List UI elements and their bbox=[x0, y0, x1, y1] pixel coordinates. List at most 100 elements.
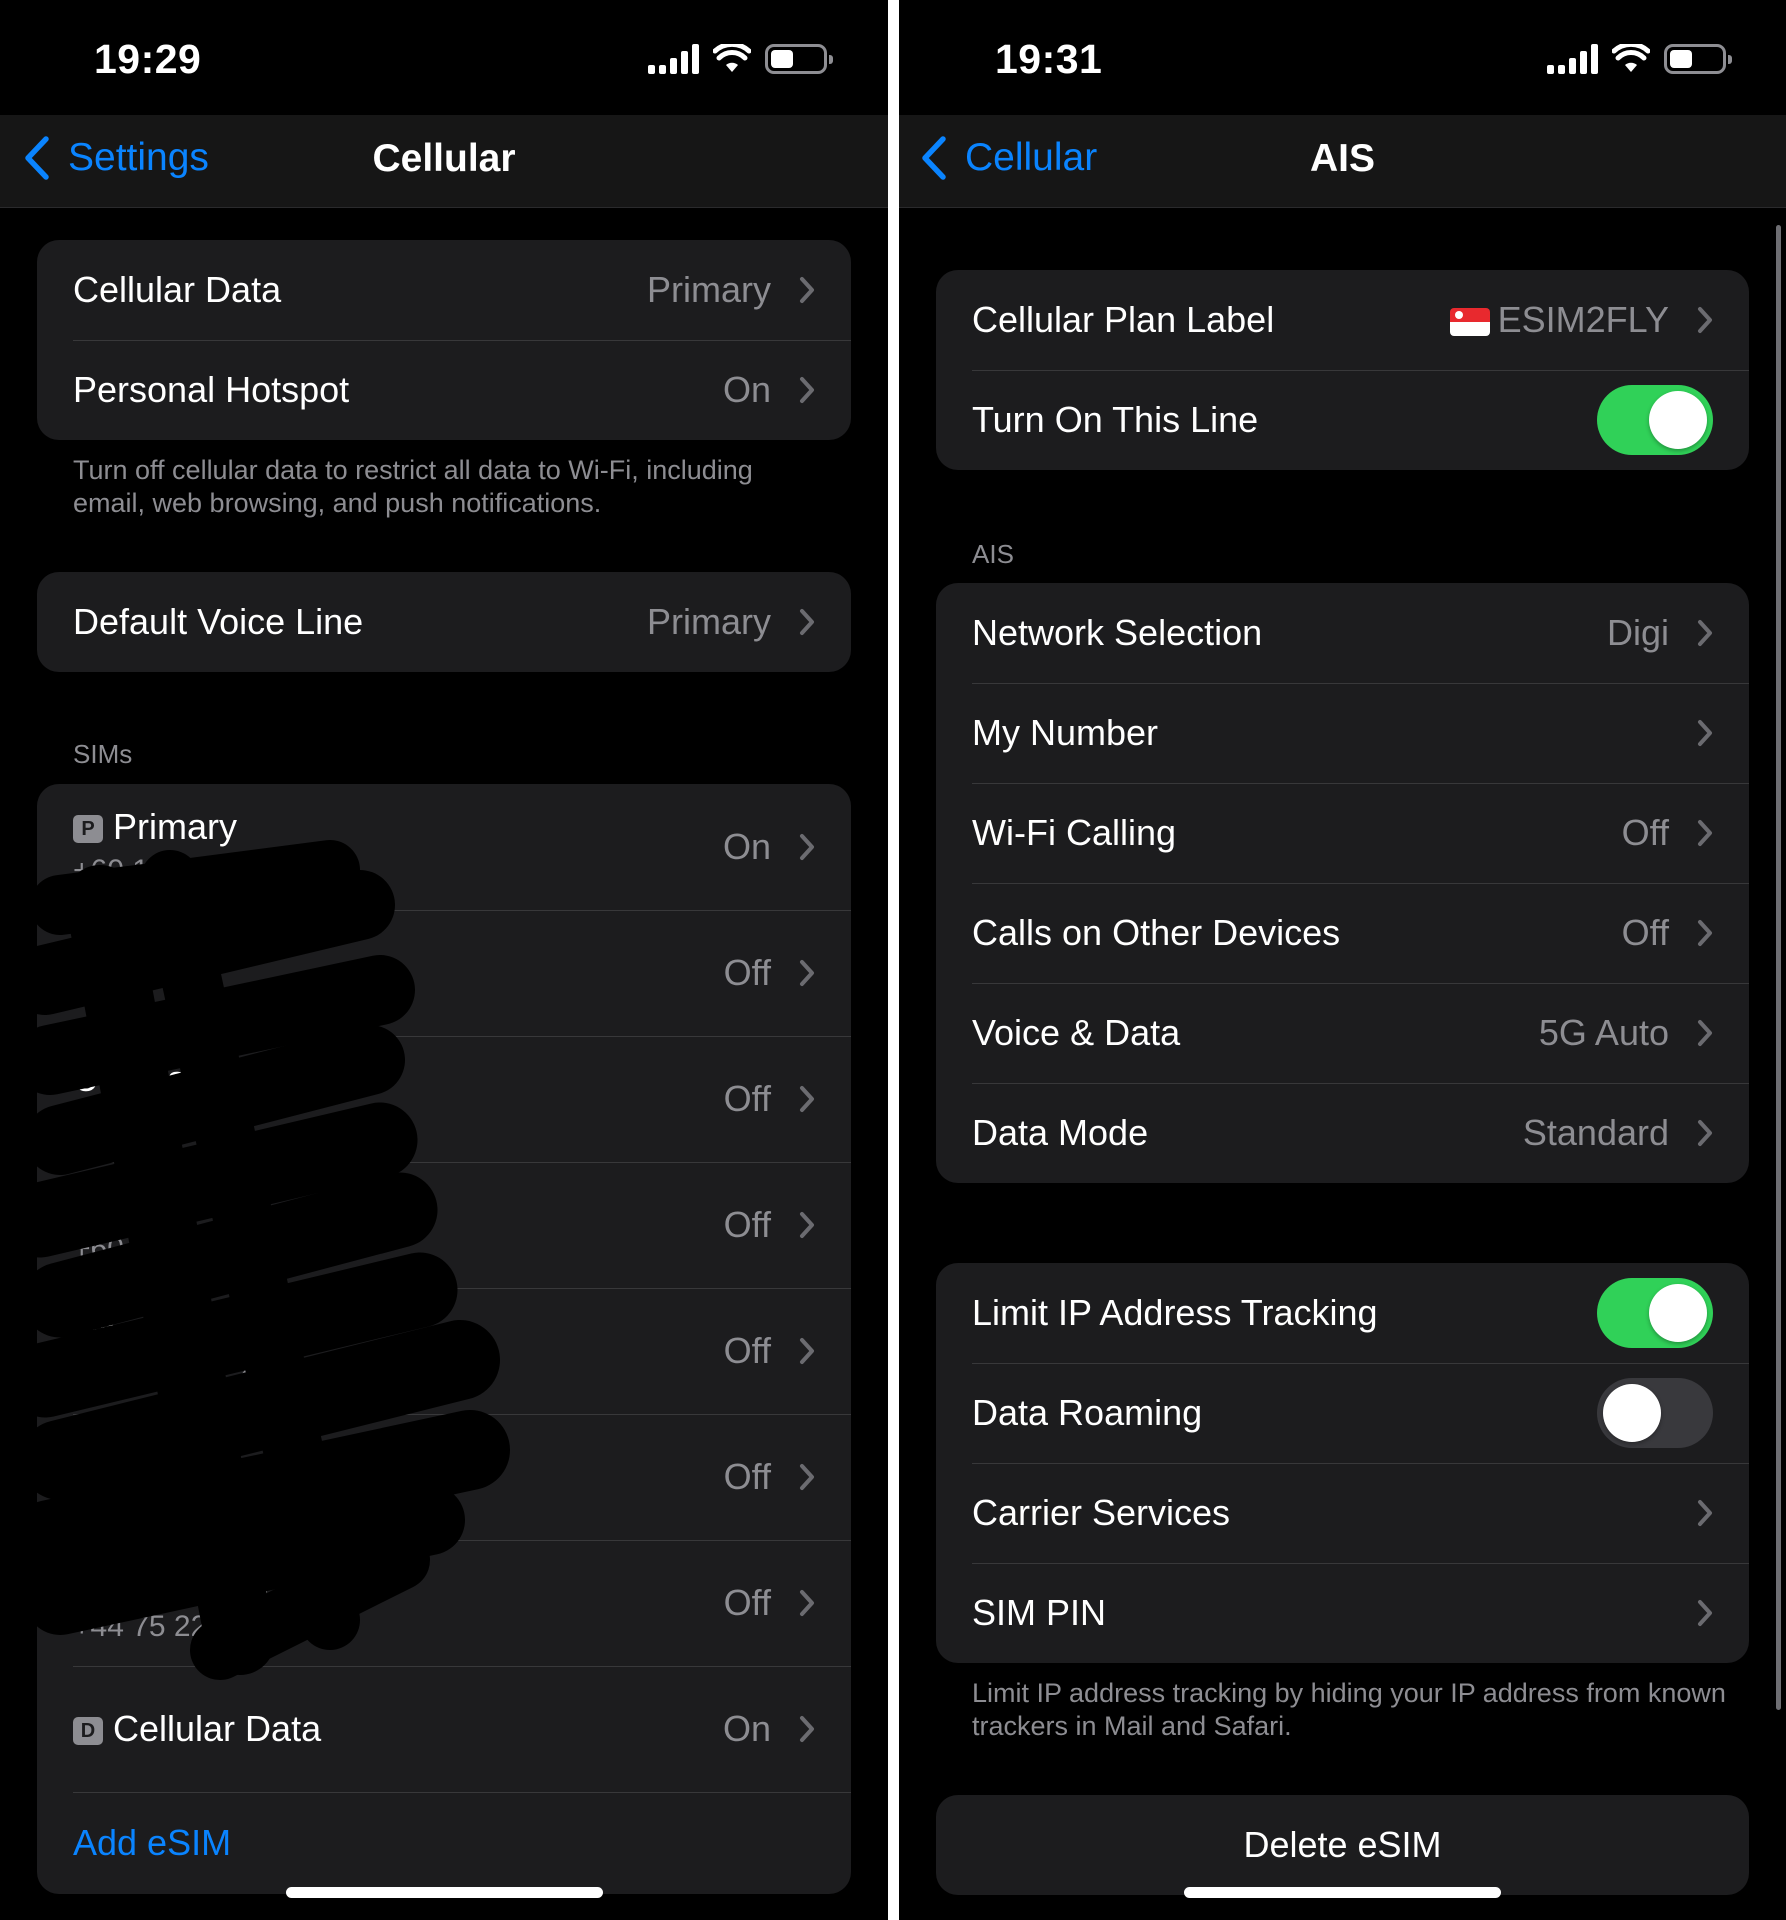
network-selection-row[interactable]: Network Selection Digi bbox=[936, 583, 1749, 683]
scrollbar[interactable] bbox=[1776, 225, 1781, 1710]
battery-icon bbox=[1664, 44, 1732, 74]
chevron-right-icon bbox=[800, 960, 814, 986]
turn-on-line-row: Turn On This Line bbox=[936, 370, 1749, 470]
sim-number: No N bbox=[73, 1484, 142, 1517]
sim-row[interactable]: Used as No N Off bbox=[37, 910, 851, 1036]
chevron-right-icon bbox=[1698, 920, 1712, 946]
wifi-calling-row[interactable]: Wi-Fi Calling Off bbox=[936, 783, 1749, 883]
privacy-roaming-group: Limit IP Address Tracking Data Roaming C… bbox=[936, 1263, 1749, 1663]
row-value: 5G Auto bbox=[1538, 1012, 1669, 1053]
voice-line-group: Default Voice Line Primary bbox=[37, 572, 851, 672]
cellular-settings-screen: 19:29 Settings Cellular Cellular Data Pr… bbox=[0, 0, 888, 1920]
sim-label: Cellular Data bbox=[113, 1708, 322, 1749]
sim-number: No N bbox=[73, 980, 142, 1013]
limit-ip-footer: Limit IP address tracking by hiding your… bbox=[972, 1678, 1726, 1741]
chevron-right-icon bbox=[1698, 1120, 1712, 1146]
sim-row[interactable]: Used as Num +44 75 227 1 Off bbox=[37, 1540, 851, 1666]
carrier-services-row[interactable]: Carrier Services bbox=[936, 1463, 1749, 1563]
chevron-right-icon bbox=[800, 834, 814, 860]
delete-esim-row[interactable]: Delete eSIM bbox=[936, 1795, 1749, 1895]
sim-label: Used as "Rakuten" bbox=[73, 1310, 375, 1351]
sim-info: P Primary +60 14 2003 4107 bbox=[73, 806, 316, 888]
chevron-right-icon bbox=[800, 1590, 814, 1616]
limit-ip-tracking-toggle[interactable] bbox=[1597, 1278, 1713, 1348]
sim-info: Used as Num +44 75 227 1 bbox=[73, 1562, 291, 1644]
data-roaming-toggle[interactable] bbox=[1597, 1378, 1713, 1448]
row-label: Cellular Plan Label bbox=[972, 299, 1275, 340]
row-value: Standard bbox=[1522, 1112, 1669, 1153]
default-voice-line-row[interactable]: Default Voice Line Primary bbox=[37, 572, 851, 672]
sim-label: Primary bbox=[113, 806, 237, 847]
primary-badge-icon: P bbox=[73, 815, 103, 844]
sim-number: +60 14 2003 4107 bbox=[73, 854, 316, 887]
ais-sim-settings-screen: 19:31 Cellular AIS Cellular Plan Label E… bbox=[899, 0, 1786, 1920]
chevron-right-icon bbox=[1698, 1500, 1712, 1526]
cellular-data-group: Cellular Data Primary Personal Hotspot O… bbox=[37, 240, 851, 440]
sims-section-header: SIMs bbox=[73, 739, 133, 769]
sim-label: Used as "D bbox=[73, 1184, 254, 1225]
sim-row[interactable]: Used as "Rakuten" +81 0 0607 2866 Off bbox=[37, 1288, 851, 1414]
sim-row-primary[interactable]: P Primary +60 14 2003 4107 On bbox=[37, 784, 851, 910]
cellular-data-row[interactable]: Cellular Data Primary bbox=[37, 240, 851, 340]
plan-group: Cellular Plan Label ESIM2FLY Turn On Thi… bbox=[936, 270, 1749, 470]
chevron-right-icon bbox=[1698, 1600, 1712, 1626]
sim-row[interactable]: Used as "LINE +60 4 047 Off bbox=[37, 1036, 851, 1162]
sim-row-cellular-data[interactable]: D Cellular Data On bbox=[37, 1666, 851, 1792]
sim-label: Used as "LINE bbox=[73, 1058, 308, 1099]
chevron-right-icon bbox=[1698, 620, 1712, 646]
home-indicator[interactable] bbox=[1184, 1887, 1501, 1898]
calls-on-other-devices-row[interactable]: Calls on Other Devices Off bbox=[936, 883, 1749, 983]
chevron-right-icon bbox=[1698, 720, 1712, 746]
status-icons bbox=[1547, 44, 1732, 74]
limit-ip-tracking-row: Limit IP Address Tracking bbox=[936, 1263, 1749, 1363]
row-value: Off bbox=[1621, 812, 1669, 853]
row-label: Default Voice Line bbox=[73, 601, 364, 642]
row-label: Data Mode bbox=[972, 1112, 1149, 1153]
ais-section-header: AIS bbox=[972, 539, 1014, 569]
chevron-right-icon bbox=[800, 609, 814, 635]
sim-number: +60 4 047 bbox=[73, 1106, 208, 1139]
my-number-row[interactable]: My Number bbox=[936, 683, 1749, 783]
row-label: SIM PIN bbox=[972, 1592, 1107, 1633]
row-value: ESIM2FLY bbox=[1449, 299, 1669, 341]
plan-label-value: ESIM2FLY bbox=[1497, 299, 1669, 340]
cellular-data-footer: Turn off cellular data to restrict all d… bbox=[73, 455, 753, 518]
chevron-right-icon bbox=[800, 1716, 814, 1742]
row-value: Off bbox=[723, 1330, 771, 1371]
delete-esim-group: Delete eSIM bbox=[936, 1795, 1749, 1895]
chevron-right-icon bbox=[800, 1086, 814, 1112]
cellular-signal-icon bbox=[648, 44, 699, 74]
row-value: On bbox=[722, 1708, 771, 1749]
row-value: Off bbox=[723, 1582, 771, 1623]
status-icons bbox=[648, 44, 833, 74]
row-value: Off bbox=[723, 1078, 771, 1119]
sim-number: +60 0897 bbox=[73, 1232, 199, 1265]
sim-label: Used as " bbox=[73, 1436, 228, 1477]
cellular-plan-label-row[interactable]: Cellular Plan Label ESIM2FLY bbox=[936, 270, 1749, 370]
row-label: Turn On This Line bbox=[972, 399, 1259, 440]
row-label: Voice & Data bbox=[972, 1012, 1181, 1053]
home-indicator[interactable] bbox=[286, 1887, 603, 1898]
chevron-right-icon bbox=[1698, 307, 1712, 333]
row-value: Digi bbox=[1606, 612, 1669, 653]
personal-hotspot-row[interactable]: Personal Hotspot On bbox=[37, 340, 851, 440]
data-mode-row[interactable]: Data Mode Standard bbox=[936, 1083, 1749, 1183]
delete-esim-button[interactable]: Delete eSIM bbox=[1243, 1824, 1441, 1866]
row-value: On bbox=[722, 826, 771, 867]
chevron-right-icon bbox=[800, 377, 814, 403]
row-label: Cellular Data bbox=[73, 269, 282, 310]
add-esim-button[interactable]: Add eSIM bbox=[73, 1822, 231, 1864]
sim-pin-row[interactable]: SIM PIN bbox=[936, 1563, 1749, 1663]
chevron-right-icon bbox=[800, 1212, 814, 1238]
page-title: AIS bbox=[1309, 137, 1375, 180]
sim-row[interactable]: Used as " No N Off bbox=[37, 1414, 851, 1540]
chevron-right-icon bbox=[800, 277, 814, 303]
battery-icon bbox=[765, 44, 833, 74]
sim-row[interactable]: Used as "D +60 0897 Off bbox=[37, 1162, 851, 1288]
turn-on-line-toggle[interactable] bbox=[1597, 385, 1713, 455]
row-value: Off bbox=[723, 1456, 771, 1497]
row-value: Primary bbox=[647, 601, 771, 642]
row-value: Off bbox=[723, 1204, 771, 1245]
voice-and-data-row[interactable]: Voice & Data 5G Auto bbox=[936, 983, 1749, 1083]
add-esim-row[interactable]: Add eSIM bbox=[37, 1792, 851, 1894]
